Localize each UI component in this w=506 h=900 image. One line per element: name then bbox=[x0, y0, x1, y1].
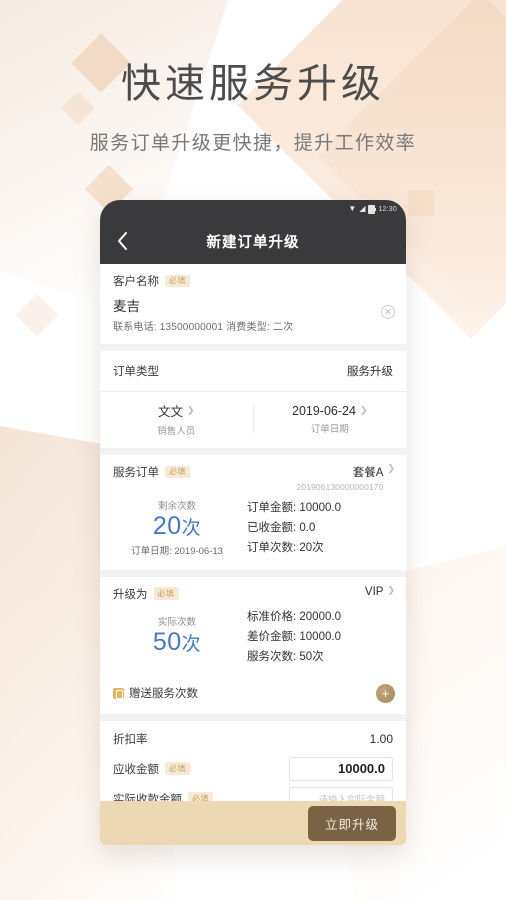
customer-label-row: 客户名称 必填 bbox=[100, 264, 406, 293]
salesperson-value-wrap: 文文 ❯ bbox=[100, 401, 253, 420]
required-badge: 必填 bbox=[188, 792, 213, 801]
remaining-times-value: 20次 bbox=[113, 512, 241, 541]
service-order-date: 订单日期: 2019-06-13 bbox=[131, 545, 223, 557]
upgrade-header: 升级为 必填 VIP ❯ bbox=[100, 577, 406, 604]
upgrade-label-row: 升级为 必填 bbox=[113, 586, 179, 602]
remaining-times-unit: 次 bbox=[181, 518, 202, 539]
chevron-right-icon: ❯ bbox=[387, 584, 395, 595]
service-order-card[interactable]: 服务订单 必填 套餐A 201906130000000170 ❯ 剩余次数 20… bbox=[100, 455, 406, 570]
order-meta-row: 文文 ❯ 销售人员 2019-06-24 ❯ 订单日期 bbox=[100, 392, 406, 448]
plus-circle-icon[interactable]: + bbox=[376, 683, 395, 703]
discount-label: 折扣率 bbox=[113, 734, 148, 747]
submit-upgrade-button[interactable]: 立即升级 bbox=[307, 805, 396, 841]
detail-line: 标准价格: 20000.0 bbox=[247, 610, 341, 623]
phone-mockup: ▼ ◢ 12:30 新建订单升级 客户名称 必填 麦吉 联系电话: 135000… bbox=[100, 200, 406, 845]
salesperson-field[interactable]: 文文 ❯ 销售人员 bbox=[100, 401, 253, 437]
received-amount-input[interactable]: 请输入实际金额 bbox=[289, 786, 393, 801]
clear-circle-icon[interactable]: ✕ bbox=[381, 305, 395, 319]
service-order-details: 订单金额: 10000.0 已收金额: 0.0 订单次数: 20次 bbox=[241, 499, 393, 555]
discount-value: 1.00 bbox=[369, 732, 393, 747]
order-type-card: 订单类型 服务升级 文文 ❯ 销售人员 2019-06-24 ❯ 订单日期 bbox=[100, 351, 406, 448]
required-badge: 必填 bbox=[165, 274, 190, 288]
decor-diamond-e bbox=[15, 293, 59, 337]
detail-line: 已收金额: 0.0 bbox=[247, 522, 316, 535]
detail-line: 订单次数: 20次 bbox=[247, 542, 324, 555]
hero-title: 快速服务升级 bbox=[121, 62, 385, 106]
package-number: 201906130000000170 bbox=[296, 482, 384, 492]
receivable-label: 应收金额 bbox=[113, 763, 159, 776]
app-screen: 客户名称 必填 麦吉 联系电话: 13500000001 消费类型: 二次 ✕ … bbox=[100, 264, 406, 845]
service-order-label-row: 服务订单 必填 bbox=[113, 464, 190, 480]
customer-body[interactable]: 麦吉 联系电话: 13500000001 消费类型: 二次 ✕ bbox=[100, 293, 406, 344]
hero-subtitle: 服务订单升级更快捷，提升工作效率 bbox=[89, 133, 417, 154]
chevron-right-icon: ❯ bbox=[186, 405, 195, 415]
receivable-amount-input[interactable]: 10000.0 bbox=[289, 756, 393, 781]
chevron-right-icon: ❯ bbox=[387, 463, 395, 473]
order-type-value: 服务升级 bbox=[347, 366, 393, 378]
required-badge: 必填 bbox=[165, 762, 190, 776]
actual-times-number: 50 bbox=[152, 628, 182, 657]
remaining-times-block: 剩余次数 20次 订单日期: 2019-06-13 bbox=[113, 498, 241, 557]
status-bar: ▼ ◢ 12:30 bbox=[100, 200, 406, 218]
order-date-field[interactable]: 2019-06-24 ❯ 订单日期 bbox=[254, 401, 407, 437]
received-label-group: 实际收款金额 必填 bbox=[113, 791, 213, 801]
upgrade-details: 标准价格: 20000.0 差价金额: 10000.0 服务次数: 50次 bbox=[241, 608, 393, 664]
actual-times-block: 实际次数 50次 bbox=[113, 614, 241, 657]
order-type-row: 订单类型 服务升级 bbox=[100, 351, 406, 392]
page-title: 新建订单升级 bbox=[206, 234, 300, 251]
status-bar-time: 12:30 bbox=[378, 205, 397, 213]
card-gap bbox=[100, 714, 406, 721]
required-badge: 必填 bbox=[165, 465, 190, 479]
upgrade-label: 升级为 bbox=[113, 588, 148, 601]
customer-meta: 联系电话: 13500000001 消费类型: 二次 bbox=[113, 322, 294, 333]
detail-line: 订单金额: 10000.0 bbox=[247, 502, 341, 515]
received-row: 实际收款金额 必填 请输入实际金额 bbox=[113, 784, 393, 801]
scroll-container[interactable]: 客户名称 必填 麦吉 联系电话: 13500000001 消费类型: 二次 ✕ … bbox=[100, 264, 406, 801]
detail-line: 服务次数: 50次 bbox=[247, 650, 324, 663]
gift-ticket-icon bbox=[113, 687, 124, 699]
remaining-times-caption: 剩余次数 bbox=[157, 501, 196, 512]
customer-card: 客户名称 必填 麦吉 联系电话: 13500000001 消费类型: 二次 ✕ bbox=[100, 264, 406, 344]
upgrade-body: 实际次数 50次 标准价格: 20000.0 差价金额: 10000.0 服务次… bbox=[100, 604, 406, 673]
amounts-card: 折扣率 1.00 应收金额 必填 10000.0 实际收款金额 必填 请输入实际… bbox=[100, 720, 406, 801]
actual-times-value: 50次 bbox=[113, 628, 241, 657]
received-label: 实际收款金额 bbox=[113, 793, 182, 801]
actual-times-unit: 次 bbox=[181, 634, 202, 656]
signal-icon: ◢ bbox=[359, 204, 366, 213]
service-order-header: 服务订单 必填 套餐A 201906130000000170 ❯ bbox=[100, 455, 406, 494]
gift-label-group: 赠送服务次数 bbox=[113, 685, 198, 701]
order-date-value: 2019-06-24 bbox=[292, 403, 356, 418]
receivable-label-group: 应收金额 必填 bbox=[113, 761, 190, 777]
battery-icon bbox=[368, 204, 377, 214]
hero-section: 快速服务升级 服务订单升级更快捷，提升工作效率 bbox=[0, 62, 506, 155]
gift-service-row: 赠送服务次数 + bbox=[100, 673, 406, 714]
required-badge: 必填 bbox=[153, 587, 179, 601]
order-date-caption: 订单日期 bbox=[310, 423, 349, 435]
gift-label: 赠送服务次数 bbox=[129, 688, 198, 701]
receivable-row: 应收金额 必填 10000.0 bbox=[113, 754, 393, 784]
nav-bar: 新建订单升级 bbox=[100, 218, 406, 264]
actual-times-caption: 实际次数 bbox=[157, 617, 196, 629]
package-name: 套餐A bbox=[352, 467, 384, 479]
back-chevron-icon[interactable] bbox=[112, 231, 132, 251]
bottom-action-bar: 立即升级 bbox=[100, 801, 406, 845]
chevron-right-icon: ❯ bbox=[359, 405, 368, 415]
upgrade-target-value: VIP bbox=[364, 585, 384, 598]
salesperson-caption: 销售人员 bbox=[157, 426, 196, 437]
wifi-icon: ▼ bbox=[348, 204, 357, 213]
detail-line: 差价金额: 10000.0 bbox=[247, 630, 341, 643]
upgrade-target-select[interactable]: VIP ❯ bbox=[364, 584, 395, 598]
customer-name: 麦吉 bbox=[113, 299, 140, 314]
decor-diamond-d bbox=[408, 190, 434, 216]
service-order-package[interactable]: 套餐A 201906130000000170 ❯ bbox=[296, 463, 395, 493]
order-type-label: 订单类型 bbox=[113, 366, 159, 378]
discount-row: 折扣率 1.00 bbox=[113, 725, 393, 754]
service-order-body: 剩余次数 20次 订单日期: 2019-06-13 订单金额: 10000.0 … bbox=[100, 494, 406, 570]
salesperson-value: 文文 bbox=[157, 405, 183, 419]
customer-label: 客户名称 bbox=[113, 276, 159, 288]
service-order-label: 服务订单 bbox=[113, 467, 159, 479]
order-date-value-wrap: 2019-06-24 ❯ bbox=[254, 404, 407, 418]
upgrade-card: 升级为 必填 VIP ❯ 实际次数 50次 标准价格: 20000.0 差价金额… bbox=[100, 576, 406, 714]
remaining-times-number: 20 bbox=[152, 512, 182, 540]
